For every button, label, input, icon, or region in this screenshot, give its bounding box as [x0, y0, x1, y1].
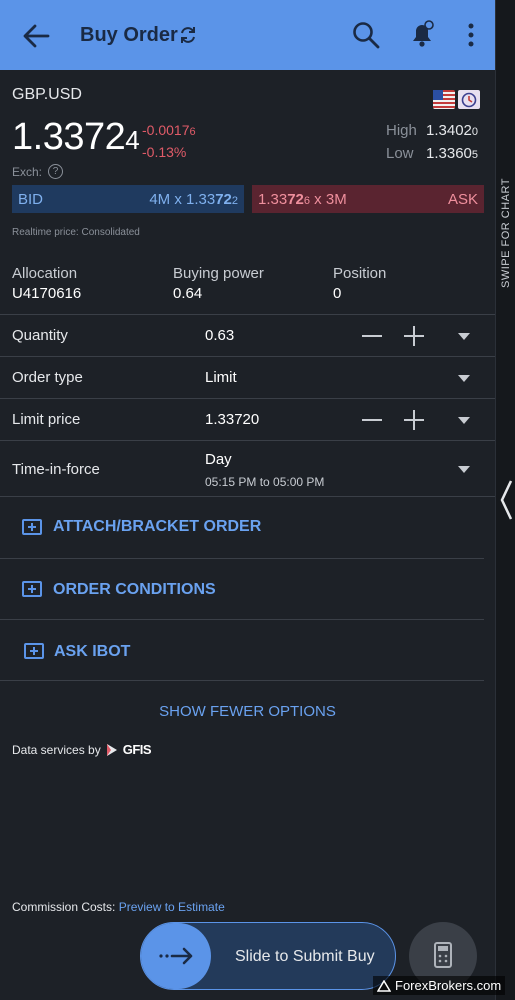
allocation-label: Allocation: [12, 265, 78, 282]
quantity-label: Quantity: [12, 327, 68, 344]
decrement-icon[interactable]: [362, 335, 382, 337]
gfis-logo-text: GFIS: [122, 742, 152, 757]
currency-flags: [433, 90, 480, 109]
slide-knob[interactable]: [141, 923, 211, 989]
ask-quote: 1.33726 x 3M: [258, 191, 347, 208]
search-icon[interactable]: [352, 21, 380, 49]
attach-bracket-label: ATTACH/BRACKET ORDER: [53, 518, 262, 535]
clock-icon: [458, 90, 480, 109]
attach-bracket-order[interactable]: ATTACH/BRACKET ORDER: [0, 497, 484, 558]
buying-power-block: Buying power 0.64: [173, 264, 264, 304]
quantity-row: Quantity 0.63: [0, 314, 495, 356]
ask-ibot[interactable]: ASK IBOT: [0, 619, 484, 681]
chevron-down-icon[interactable]: [458, 375, 470, 382]
data-services-label: Data services by: [12, 742, 101, 757]
data-services: Data services by GFIS: [12, 742, 152, 757]
plus-box-icon: [22, 581, 42, 597]
swipe-for-chart-label: SWIPE FOR CHART: [500, 178, 512, 288]
change-pct: -0.13%: [142, 144, 187, 160]
time-in-force-row[interactable]: Time-in-force Day 05:15 PM to 05:00 PM: [0, 440, 495, 497]
decrement-icon[interactable]: [362, 419, 382, 421]
exchange-row: Exch: ?: [12, 164, 64, 179]
buying-power-value: 0.64: [173, 285, 203, 302]
chevron-down-icon[interactable]: [458, 417, 470, 424]
bid-ask-bar: BID 4M x 1.33722 1.33726 x 3M ASK: [12, 185, 484, 213]
price-change: -0.00176 -0.13%: [142, 120, 196, 162]
tif-label: Time-in-force: [12, 461, 100, 478]
limit-price-value[interactable]: 1.33720: [205, 411, 259, 428]
bid-label: BID: [18, 190, 44, 208]
slide-to-submit[interactable]: Slide to Submit Buy: [140, 922, 396, 990]
tif-value[interactable]: Day: [205, 451, 232, 468]
change-abs-pip: 6: [189, 126, 196, 138]
quantity-value[interactable]: 0.63: [205, 327, 234, 344]
limit-price-label: Limit price: [12, 411, 81, 428]
increment-icon[interactable]: [404, 326, 424, 346]
arrow-right-icon: [159, 947, 193, 965]
slide-label: Slide to Submit Buy: [235, 948, 375, 965]
refresh-icon[interactable]: [178, 24, 198, 46]
high-pip: 0: [471, 126, 479, 138]
plus-box-icon: [24, 643, 44, 659]
limit-price-row: Limit price 1.33720: [0, 398, 495, 440]
allocation-block[interactable]: Allocation U4170616: [12, 264, 81, 304]
preview-estimate-link[interactable]: Preview to Estimate: [119, 900, 225, 914]
plus-box-icon: [22, 519, 42, 535]
low-label: Low: [386, 145, 414, 162]
commission-label: Commission Costs:: [12, 900, 116, 914]
ask-label: ASK: [447, 190, 478, 208]
realtime-note: Realtime price: Consolidated: [12, 227, 140, 238]
bell-icon[interactable]: [408, 19, 436, 49]
last-price: 1.33724: [12, 116, 140, 159]
increment-icon[interactable]: [404, 410, 424, 430]
back-arrow-icon[interactable]: [22, 22, 50, 50]
bid-quote: 4M x 1.33722: [149, 191, 238, 208]
bid-button[interactable]: BID 4M x 1.33722: [12, 185, 244, 213]
bid-size: 4M x 1.33: [149, 190, 216, 208]
position-value: 0: [333, 285, 342, 302]
chevron-down-icon[interactable]: [458, 333, 470, 340]
order-type-row[interactable]: Order type Limit: [0, 356, 495, 398]
ask-price-bold: 72: [287, 190, 304, 208]
show-fewer-options-link[interactable]: SHOW FEWER OPTIONS: [0, 703, 495, 720]
us-flag-icon: [433, 90, 455, 109]
symbol-label: GBP.USD: [12, 86, 82, 103]
help-icon[interactable]: ?: [48, 164, 64, 179]
ask-button[interactable]: 1.33726 x 3M ASK: [252, 185, 484, 213]
position-block: Position 0: [333, 264, 386, 304]
bid-price-bold: 72: [215, 190, 232, 208]
more-vert-icon[interactable]: [466, 22, 476, 48]
last-price-main: 1.3372: [12, 116, 126, 158]
ask-price-main: 1.33: [258, 190, 288, 208]
ask-ibot-label: ASK IBOT: [54, 643, 131, 660]
allocation-value: U4170616: [12, 285, 82, 302]
buying-power-label: Buying power: [173, 265, 264, 282]
high-value: 1.3402: [426, 122, 472, 139]
bid-price-pip: 2: [231, 194, 238, 207]
chevron-down-icon[interactable]: [458, 466, 470, 473]
watermark-text: ForexBrokers.com: [395, 978, 502, 993]
position-label: Position: [333, 265, 387, 282]
page-title: Buy Order: [80, 24, 178, 46]
watermark-logo-icon: [377, 979, 391, 992]
exch-label: Exch:: [12, 164, 43, 179]
tif-hours: 05:15 PM to 05:00 PM: [205, 475, 325, 489]
last-price-pip: 4: [125, 125, 140, 155]
low-value: 1.3360: [426, 145, 472, 162]
gfis-logo-icon: [106, 743, 117, 756]
order-type-label: Order type: [12, 369, 83, 386]
order-conditions-label: ORDER CONDITIONS: [53, 581, 216, 598]
ask-size: x 3M: [310, 190, 347, 208]
change-abs: -0.0017: [142, 122, 190, 138]
chevron-left-icon[interactable]: [498, 478, 514, 522]
high-label: High: [386, 122, 417, 139]
low-pip: 5: [471, 149, 479, 161]
commission-costs: Commission Costs: Preview to Estimate: [12, 900, 225, 914]
watermark: ForexBrokers.com: [373, 976, 506, 995]
order-conditions[interactable]: ORDER CONDITIONS: [0, 558, 484, 619]
swipe-chart-strip[interactable]: SWIPE FOR CHART: [495, 0, 515, 1000]
high-low: High 1.34020 Low 1.33605: [386, 120, 478, 166]
top-app-bar: Buy Order: [0, 0, 495, 70]
order-type-value[interactable]: Limit: [205, 369, 237, 386]
